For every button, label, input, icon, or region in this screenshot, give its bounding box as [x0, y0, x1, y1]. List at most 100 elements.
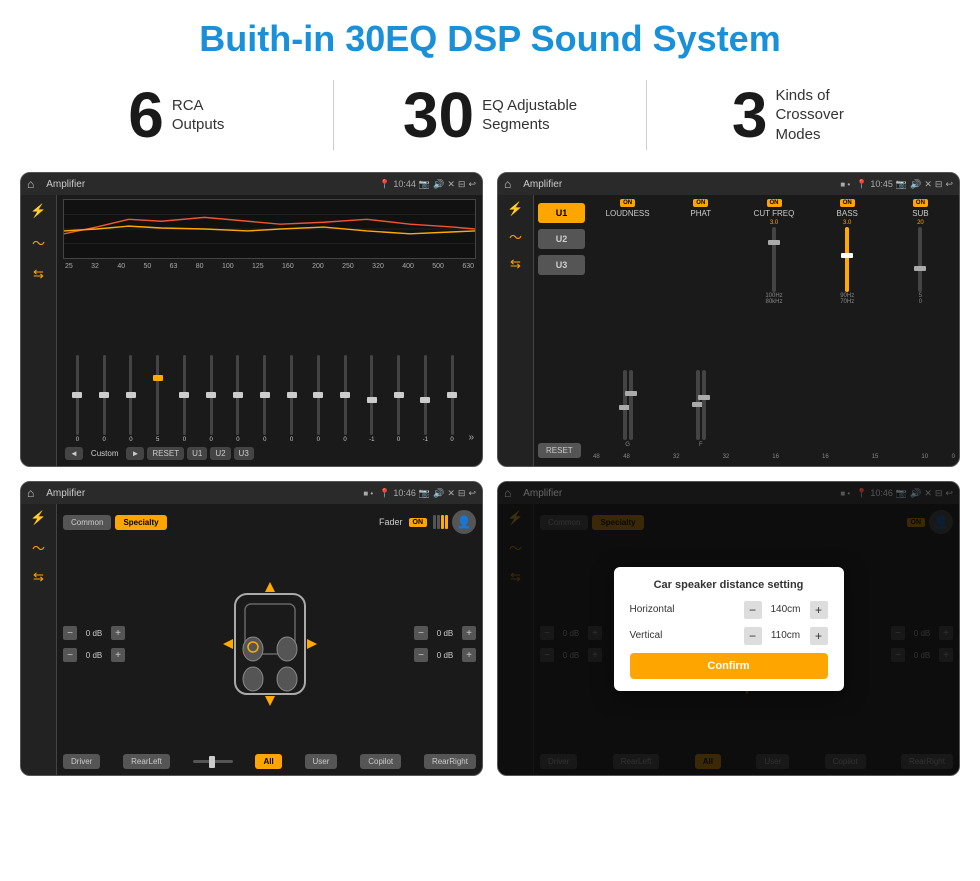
home-icon[interactable]: ⌂ [27, 177, 34, 191]
pos-rearleft[interactable]: RearLeft [123, 754, 170, 769]
pos-driver[interactable]: Driver [63, 754, 100, 769]
ch-cutfreq: ON CUT FREQ 3.0 100Hz80kHz [739, 199, 808, 448]
db-minus-4[interactable]: − [414, 648, 428, 662]
pos-rearright[interactable]: RearRight [424, 754, 476, 769]
slider-9[interactable]: 0 [279, 355, 304, 443]
eq-play-btn[interactable]: ► [126, 447, 144, 460]
location-icon-3: 📍 [379, 488, 390, 499]
slider-13[interactable]: 0 [386, 355, 411, 443]
fader-left-controls: − 0 dB + − 0 dB + [63, 626, 125, 662]
confirm-button[interactable]: Confirm [630, 653, 828, 679]
slider-14[interactable]: -1 [413, 355, 438, 443]
slider-8[interactable]: 0 [252, 355, 277, 443]
vertical-plus[interactable]: + [810, 627, 828, 645]
vertical-minus[interactable]: − [744, 627, 762, 645]
slider-7[interactable]: 0 [226, 355, 251, 443]
eq-u1-btn[interactable]: U1 [187, 447, 207, 460]
back-icon-3: ↩ [468, 488, 476, 499]
pos-user[interactable]: User [305, 754, 338, 769]
home-icon-2[interactable]: ⌂ [504, 177, 511, 191]
divider-1 [333, 80, 334, 150]
profile-btn[interactable]: 👤 [452, 510, 476, 534]
topbar-eq: ⌂ Amplifier 📍 10:44 📷 🔊 ✕ ⊟ ↩ [21, 173, 482, 195]
eq-graph [63, 199, 476, 259]
horizontal-plus[interactable]: + [810, 601, 828, 619]
ch-numbers: 4848 32 32 16 16 15 10 0 [593, 452, 955, 462]
slider-2[interactable]: 0 [92, 355, 117, 443]
ch-loudness: ON LOUDNESS G [593, 199, 662, 448]
db-minus-2[interactable]: − [63, 648, 77, 662]
volume-icon: 🔊 [433, 179, 444, 190]
slider-11[interactable]: 0 [333, 355, 358, 443]
fader-icon-3[interactable]: ⇆ [33, 569, 44, 585]
location-icon-2: 📍 [856, 179, 867, 190]
eq-preset-label: Custom [86, 447, 124, 460]
back-icon-2: ↩ [945, 179, 953, 190]
distance-dialog: Car speaker distance setting Horizontal … [614, 567, 844, 691]
slider-3[interactable]: 0 [119, 355, 144, 443]
slider-6[interactable]: 0 [199, 355, 224, 443]
stat-eq-number: 30 [403, 83, 474, 147]
horizontal-control: − 140cm + [744, 601, 828, 619]
cross-channels: ON LOUDNESS G ON PHAT [593, 199, 955, 448]
ch-phat: ON PHAT F [666, 199, 735, 448]
ch-bass: ON BASS 3.0 90Hz70Hz [813, 199, 882, 448]
db-plus-3[interactable]: + [462, 626, 476, 640]
eq-icon-3[interactable]: ⇆ [33, 266, 44, 282]
eq-icon-1[interactable]: ⚡ [30, 203, 46, 219]
fader-body: − 0 dB + − 0 dB + [63, 538, 476, 750]
u2-btn[interactable]: U2 [538, 229, 585, 249]
eq-back-btn[interactable]: ◄ [65, 447, 83, 460]
eq-main-area: 2532 4050 6380 100125 160200 250320 4005… [57, 195, 482, 466]
tab-common[interactable]: Common [63, 515, 111, 530]
db-plus-2[interactable]: + [111, 648, 125, 662]
horizontal-value: 140cm [766, 604, 806, 615]
db-plus-1[interactable]: + [111, 626, 125, 640]
cross-reset-btn[interactable]: RESET [538, 443, 581, 458]
ch-sub: ON SUB 20 50 [886, 199, 955, 448]
cross-icon-2[interactable]: 〜 [509, 227, 522, 246]
eq-u3-btn[interactable]: U3 [234, 447, 254, 460]
eq-bottom-bar: ◄ Custom ► RESET U1 U2 U3 [63, 443, 476, 462]
close-icon-3: ✕ [447, 488, 455, 499]
fader-right-controls: − 0 dB + − 0 dB + [414, 626, 476, 662]
eq-icon-2[interactable]: 〜 [32, 233, 45, 252]
eq-sliders: 0 0 0 5 0 [63, 272, 476, 443]
screen-crossover: ⌂ Amplifier ■ • 📍 10:45 📷 🔊 ✕ ⊟ ↩ ⚡ 〜 ⇆ … [497, 172, 960, 467]
eq-reset-btn[interactable]: RESET [147, 447, 184, 460]
expand-icon[interactable]: » [468, 432, 474, 443]
topbar-icons-2: 📍 10:45 📷 🔊 ✕ ⊟ ↩ [856, 179, 953, 190]
topbar-icons-3: 📍 10:46 📷 🔊 ✕ ⊟ ↩ [379, 488, 476, 499]
slider-10[interactable]: 0 [306, 355, 331, 443]
home-icon-3[interactable]: ⌂ [27, 486, 34, 500]
eq-u2-btn[interactable]: U2 [210, 447, 230, 460]
u3-btn[interactable]: U3 [538, 255, 585, 275]
cross-icon-1[interactable]: ⚡ [507, 201, 523, 217]
cross-sidebar: ⚡ 〜 ⇆ [498, 195, 534, 466]
db-minus-1[interactable]: − [63, 626, 77, 640]
fader-bottom-row: Driver RearLeft All User Copilot RearRig… [63, 754, 476, 769]
pos-all[interactable]: All [255, 754, 281, 769]
fader-icon-1[interactable]: ⚡ [30, 510, 46, 526]
slider-12[interactable]: -1 [359, 355, 384, 443]
slider-1[interactable]: 0 [65, 355, 90, 443]
horizontal-minus[interactable]: − [744, 601, 762, 619]
cross-icon-3[interactable]: ⇆ [510, 256, 521, 272]
pos-copilot[interactable]: Copilot [360, 754, 401, 769]
fader-car-area [133, 574, 406, 714]
location-icon: 📍 [379, 179, 390, 190]
fader-icon-2[interactable]: 〜 [32, 538, 45, 557]
topbar-crossover: ⌂ Amplifier ■ • 📍 10:45 📷 🔊 ✕ ⊟ ↩ [498, 173, 959, 195]
slider-15[interactable]: 0 [440, 355, 465, 443]
stat-rca-number: 6 [128, 83, 164, 147]
camera-icon-2: 📷 [896, 179, 907, 190]
db-plus-4[interactable]: + [462, 648, 476, 662]
slider-4[interactable]: 5 [145, 355, 170, 443]
u1-btn[interactable]: U1 [538, 203, 585, 223]
fader-sidebar: ⚡ 〜 ⇆ [21, 504, 57, 775]
db-minus-3[interactable]: − [414, 626, 428, 640]
tab-specialty[interactable]: Specialty [115, 515, 166, 530]
vertical-row: Vertical − 110cm + [630, 627, 828, 645]
slider-5[interactable]: 0 [172, 355, 197, 443]
topbar-dots: ■ • [840, 180, 850, 189]
